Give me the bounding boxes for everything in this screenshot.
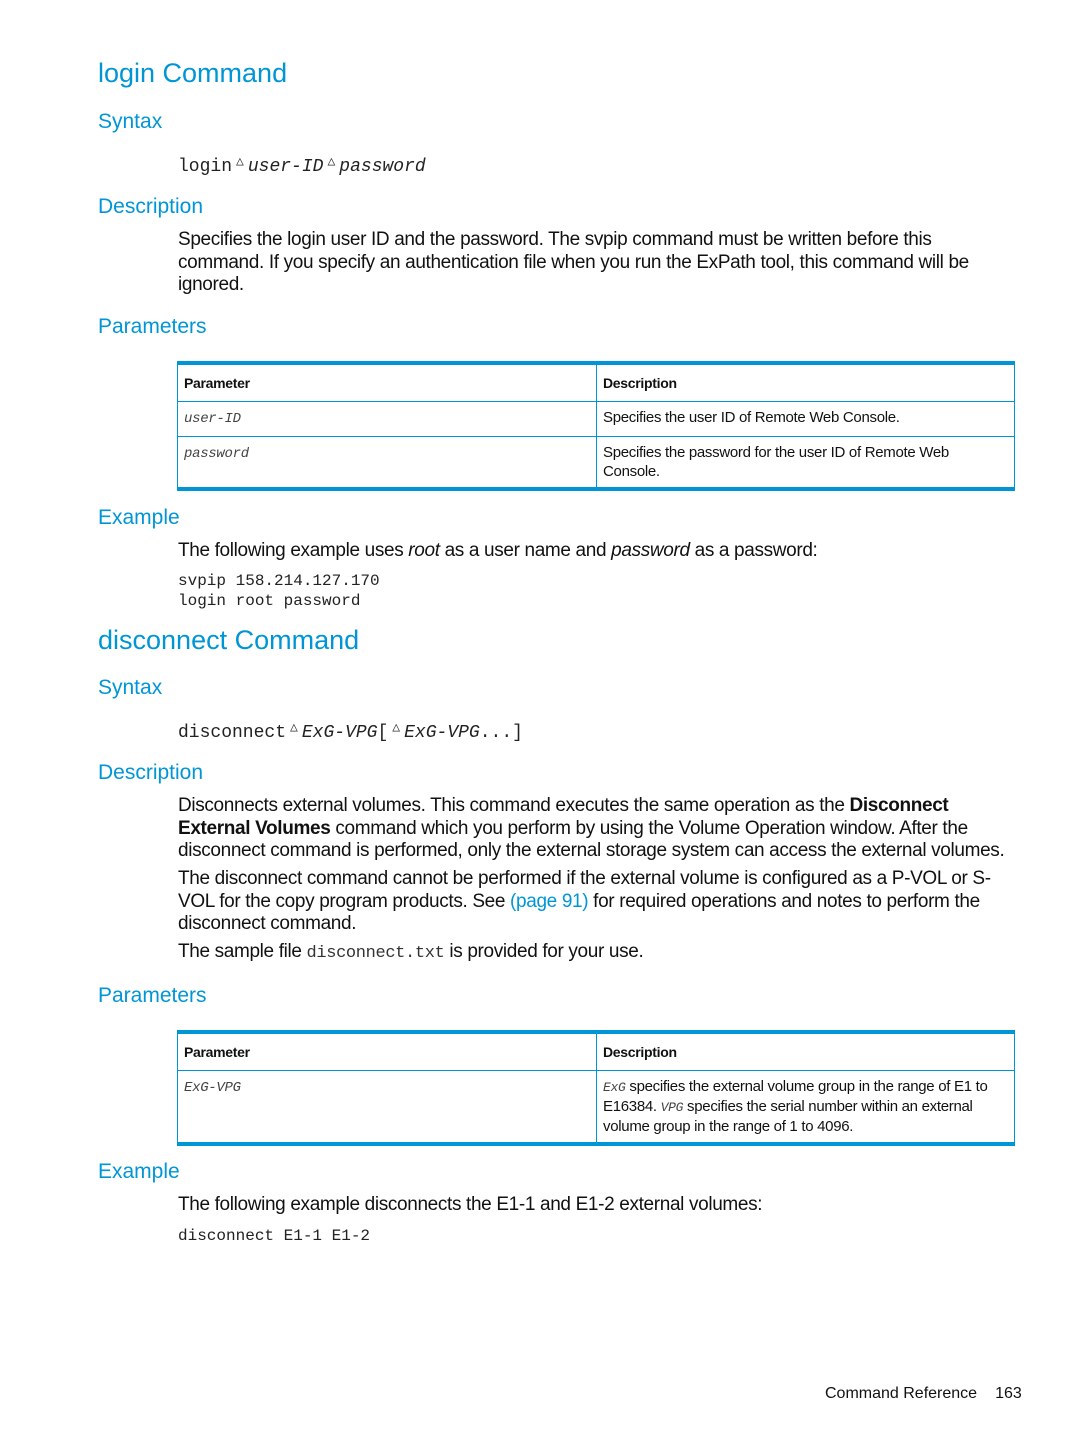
login-example-code: svpip 158.214.127.170 login root password	[178, 571, 380, 611]
space-triangle-icon: △	[327, 154, 336, 169]
login-syntax-heading: Syntax	[98, 110, 163, 133]
login-example-intro: The following example uses root as a use…	[178, 540, 818, 563]
login-example-heading: Example	[98, 506, 180, 529]
login-command-title: login Command	[98, 58, 288, 88]
text: Disconnects external volumes. This comma…	[178, 795, 850, 816]
syntax-bracket: [	[377, 723, 389, 743]
description-cell: ExG specifies the external volume group …	[596, 1070, 1015, 1145]
page-footer: Command Reference 163	[825, 1385, 1022, 1403]
syntax-arg-exg-vpg: ExG-VPG	[301, 723, 378, 743]
syntax-command: login	[178, 157, 233, 177]
inline-code: VPG	[660, 1100, 684, 1115]
disconnect-description-heading: Description	[98, 761, 204, 784]
emphasis: password	[611, 540, 690, 561]
login-syntax-line: login △ user-ID △ password	[178, 154, 426, 177]
disconnect-command-title: disconnect Command	[98, 625, 360, 655]
description-cell: Specifies the password for the user ID o…	[596, 436, 1015, 490]
disconnect-example-heading: Example	[98, 1160, 180, 1183]
param-cell: password	[177, 436, 597, 490]
text: The following example uses	[178, 540, 409, 561]
inline-code: ExG	[603, 1080, 626, 1095]
inline-code: disconnect.txt	[306, 944, 445, 963]
param-cell: user-ID	[177, 401, 597, 437]
space-triangle-icon: △	[392, 720, 401, 735]
syntax-arg-exg-vpg: ExG-VPG	[404, 723, 480, 743]
code-line: login root password	[178, 592, 361, 610]
syntax-command: disconnect	[178, 723, 287, 743]
space-triangle-icon: △	[236, 154, 244, 169]
text: is provided for your use.	[444, 941, 644, 962]
code-line: disconnect E1-1 E1-2	[178, 1227, 371, 1245]
param-cell: ExG-VPG	[177, 1070, 597, 1145]
table-row: user-ID Specifies the user ID of Remote …	[177, 401, 1015, 437]
login-parameters-heading: Parameters	[98, 315, 207, 338]
text: The sample file	[178, 941, 307, 962]
syntax-arg-password: password	[339, 157, 426, 177]
column-header-parameter: Parameter	[177, 1031, 597, 1071]
disconnect-syntax-line: disconnect △ ExG-VPG[△ ExG-VPG...]	[178, 720, 523, 743]
login-description-heading: Description	[98, 195, 204, 218]
disconnect-description-3: The sample file disconnect.txt is provid…	[178, 941, 644, 966]
syntax-tail: ...]	[479, 723, 523, 743]
table-header-row: Parameter Description	[177, 1031, 1015, 1071]
column-header-description: Description	[596, 1031, 1015, 1071]
description-cell: Specifies the user ID of Remote Web Cons…	[596, 401, 1015, 437]
disconnect-parameters-table: Parameter Description ExG-VPG ExG specif…	[177, 1030, 1015, 1146]
login-parameters-table: Parameter Description user-ID Specifies …	[177, 361, 1015, 491]
disconnect-example-code: disconnect E1-1 E1-2	[178, 1226, 370, 1246]
column-header-description: Description	[596, 362, 1015, 402]
text: as a password:	[689, 540, 818, 561]
column-header-parameter: Parameter	[177, 362, 597, 402]
emphasis: root	[408, 540, 440, 561]
code-line: svpip 158.214.127.170	[178, 572, 380, 590]
page-91-link[interactable]: (page 91)	[510, 891, 589, 912]
page-number: 163	[995, 1385, 1022, 1402]
table-row: password Specifies the password for the …	[177, 436, 1015, 490]
footer-section: Command Reference	[825, 1385, 978, 1402]
disconnect-description-2: The disconnect command cannot be perform…	[178, 868, 1018, 936]
table-header-row: Parameter Description	[177, 362, 1015, 402]
space-triangle-icon: △	[290, 720, 298, 735]
disconnect-syntax-heading: Syntax	[98, 676, 163, 699]
disconnect-parameters-heading: Parameters	[98, 984, 207, 1007]
login-description: Specifies the login user ID and the pass…	[178, 229, 969, 295]
text: as a user name and	[439, 540, 612, 561]
table-row: ExG-VPG ExG specifies the external volum…	[177, 1070, 1015, 1145]
syntax-arg-user-id: user-ID	[247, 157, 324, 177]
disconnect-description-1: Disconnects external volumes. This comma…	[178, 795, 1018, 863]
disconnect-example-intro: The following example disconnects the E1…	[178, 1194, 763, 1215]
